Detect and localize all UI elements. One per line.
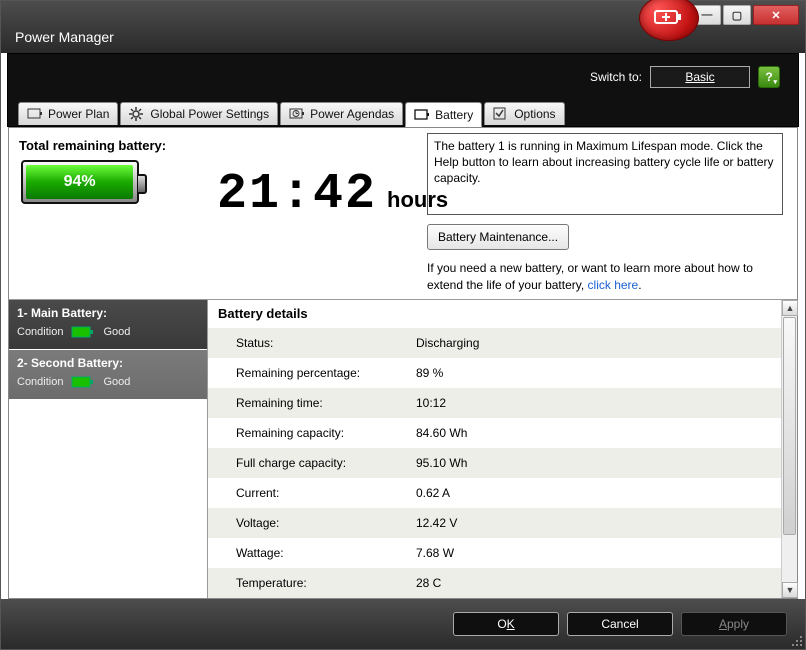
cancel-button[interactable]: Cancel: [567, 612, 673, 636]
detail-row-voltage: Voltage:12.42 V: [208, 508, 781, 538]
tab-options[interactable]: Options: [484, 102, 564, 125]
detail-row-temperature: Temperature:28 C: [208, 568, 781, 598]
scrollbar[interactable]: ▲ ▼: [781, 300, 797, 598]
detail-row-remaining-capacity: Remaining capacity:84.60 Wh: [208, 418, 781, 448]
content-panel: Total remaining battery: 94% 21:42 hours…: [8, 127, 798, 599]
battery-details-pane: Battery details Status:Discharging Remai…: [207, 299, 797, 598]
footer: OK Cancel Apply: [1, 599, 805, 649]
battery-gauge: 94%: [21, 160, 139, 204]
sidebar-item-main-battery[interactable]: 1- Main Battery: Condition Good: [9, 300, 207, 350]
total-remaining-label: Total remaining battery:: [19, 138, 166, 153]
toolbar-strip: Switch to: Basic ? ▾ Power Plan Global P…: [7, 53, 799, 127]
help-button[interactable]: ? ▾: [758, 66, 780, 88]
new-battery-hint: If you need a new battery, or want to le…: [427, 260, 783, 294]
ok-button[interactable]: OK: [453, 612, 559, 636]
sidebar-item-second-battery[interactable]: 2- Second Battery: Condition Good: [9, 350, 207, 400]
scroll-down-button[interactable]: ▼: [782, 582, 798, 598]
scroll-up-button[interactable]: ▲: [782, 300, 798, 316]
power-plan-icon: [27, 107, 43, 121]
detail-row-percentage: Remaining percentage:89 %: [208, 358, 781, 388]
status-message-box: The battery 1 is running in Maximum Life…: [427, 133, 783, 215]
switch-to-label: Switch to:: [590, 70, 642, 84]
condition-label: Condition: [17, 326, 63, 338]
window-title: Power Manager: [15, 29, 114, 45]
condition-label: Condition: [17, 376, 63, 388]
battery-list-sidebar: 1- Main Battery: Condition Good 2- Secon…: [9, 299, 207, 598]
click-here-link[interactable]: click here: [588, 278, 639, 292]
window-close-button[interactable]: ✕: [753, 5, 799, 25]
mini-battery-icon: [71, 376, 95, 388]
detail-row-time: Remaining time:10:12: [208, 388, 781, 418]
help-icon: ?: [765, 70, 772, 84]
chevron-down-icon: ▾: [773, 78, 777, 86]
agenda-icon: [289, 107, 305, 121]
scroll-thumb[interactable]: [783, 317, 796, 535]
battery-icon: [414, 108, 430, 122]
battery-decor-badge: [639, 0, 699, 41]
detail-row-status: Status:Discharging: [208, 328, 781, 358]
checkbox-icon: [493, 107, 509, 121]
condition-value: Good: [103, 326, 130, 338]
gear-icon: [129, 107, 145, 121]
resize-grip[interactable]: [790, 634, 802, 646]
detail-row-wattage: Wattage:7.68 W: [208, 538, 781, 568]
battery-details-header: Battery details: [208, 300, 797, 327]
tab-power-agendas[interactable]: Power Agendas: [280, 102, 403, 125]
window-maximize-button[interactable]: ▢: [723, 5, 751, 25]
close-icon: ✕: [771, 9, 780, 22]
detail-row-current: Current:0.62 A: [208, 478, 781, 508]
apply-button[interactable]: Apply: [681, 612, 787, 636]
condition-value: Good: [103, 376, 130, 388]
remaining-time-value: 21:42: [217, 166, 377, 223]
battery-gauge-fill: 94%: [26, 165, 133, 199]
tab-battery[interactable]: Battery: [405, 102, 482, 127]
switch-basic-button[interactable]: Basic: [650, 66, 750, 88]
mini-battery-icon: [71, 326, 95, 338]
detail-row-full-capacity: Full charge capacity:95.10 Wh: [208, 448, 781, 478]
minimize-icon: —: [702, 9, 713, 21]
tab-global-power-settings[interactable]: Global Power Settings: [120, 102, 278, 125]
battery-maintenance-button[interactable]: Battery Maintenance...: [427, 224, 569, 250]
tab-power-plan[interactable]: Power Plan: [18, 102, 118, 125]
maximize-icon: ▢: [732, 9, 742, 22]
